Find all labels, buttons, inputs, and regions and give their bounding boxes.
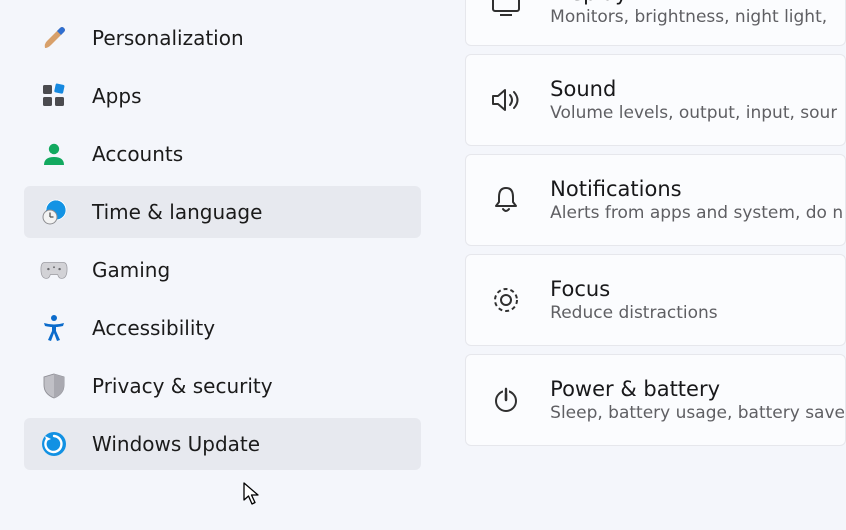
accessibility-icon (40, 314, 68, 342)
sidebar-item-personalization[interactable]: Personalization (24, 12, 421, 64)
card-body: Notifications Alerts from apps and syste… (550, 177, 843, 223)
sidebar-item-apps[interactable]: Apps (24, 70, 421, 122)
card-title: Display (550, 0, 827, 5)
sidebar-item-label: Accessibility (92, 316, 215, 340)
card-title: Sound (550, 77, 837, 101)
card-body: Display Monitors, brightness, night ligh… (550, 0, 827, 27)
sidebar-item-privacy-security[interactable]: Privacy & security (24, 360, 421, 412)
focus-target-icon (490, 284, 522, 316)
sidebar-item-label: Apps (92, 84, 142, 108)
card-title: Notifications (550, 177, 843, 201)
update-sync-icon (40, 430, 68, 458)
sidebar-item-accounts[interactable]: Accounts (24, 128, 421, 180)
sidebar-item-windows-update[interactable]: Windows Update (24, 418, 421, 470)
settings-main-panel: Display Monitors, brightness, night ligh… (445, 0, 846, 530)
card-subtitle: Reduce distractions (550, 303, 718, 323)
sidebar-item-time-language[interactable]: Time & language (24, 186, 421, 238)
monitor-icon (490, 0, 522, 20)
card-subtitle: Alerts from apps and system, do n (550, 203, 843, 223)
power-icon (490, 384, 522, 416)
person-icon (40, 140, 68, 168)
card-notifications[interactable]: Notifications Alerts from apps and syste… (465, 154, 846, 246)
speaker-icon (490, 84, 522, 116)
card-title: Power & battery (550, 377, 845, 401)
globe-clock-icon (40, 198, 68, 226)
card-title: Focus (550, 277, 718, 301)
sidebar-item-accessibility[interactable]: Accessibility (24, 302, 421, 354)
card-body: Focus Reduce distractions (550, 277, 718, 323)
bell-icon (490, 184, 522, 216)
sidebar-item-label: Personalization (92, 26, 244, 50)
sidebar-item-label: Time & language (92, 200, 262, 224)
sidebar-item-label: Privacy & security (92, 374, 273, 398)
sidebar-nav: Personalization Apps Accounts (0, 0, 445, 530)
card-body: Power & battery Sleep, battery usage, ba… (550, 377, 845, 423)
card-focus[interactable]: Focus Reduce distractions (465, 254, 846, 346)
sidebar-item-label: Gaming (92, 258, 170, 282)
sidebar-item-label: Accounts (92, 142, 183, 166)
shield-icon (40, 372, 68, 400)
card-subtitle: Sleep, battery usage, battery save (550, 403, 845, 423)
gamepad-icon (40, 256, 68, 284)
apps-icon (40, 82, 68, 110)
card-subtitle: Volume levels, output, input, sour (550, 103, 837, 123)
settings-layout: Personalization Apps Accounts (0, 0, 846, 530)
card-sound[interactable]: Sound Volume levels, output, input, sour (465, 54, 846, 146)
sidebar-item-gaming[interactable]: Gaming (24, 244, 421, 296)
card-display[interactable]: Display Monitors, brightness, night ligh… (465, 0, 846, 46)
card-subtitle: Monitors, brightness, night light, (550, 7, 827, 27)
paintbrush-icon (40, 24, 68, 52)
card-power-battery[interactable]: Power & battery Sleep, battery usage, ba… (465, 354, 846, 446)
card-body: Sound Volume levels, output, input, sour (550, 77, 837, 123)
sidebar-item-label: Windows Update (92, 432, 260, 456)
